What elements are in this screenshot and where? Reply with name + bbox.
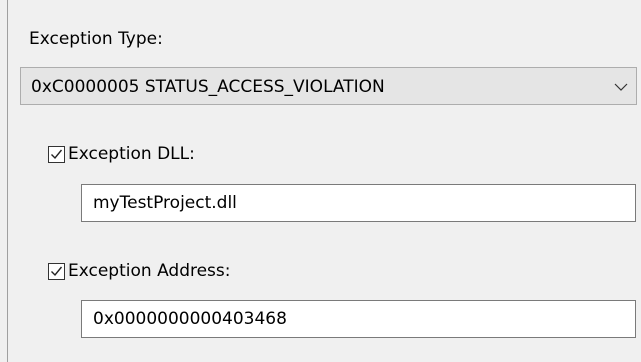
- exception-address-checkbox[interactable]: [48, 263, 65, 280]
- exception-type-dropdown[interactable]: 0xC0000005 STATUS_ACCESS_VIOLATION: [20, 67, 637, 105]
- exception-type-selected-value: 0xC0000005 STATUS_ACCESS_VIOLATION: [31, 77, 385, 97]
- checkmark-icon: [51, 149, 63, 160]
- exception-address-label: Exception Address:: [68, 261, 231, 281]
- panel-left-border: [7, 0, 8, 362]
- chevron-down-icon[interactable]: [614, 79, 628, 93]
- exception-type-label: Exception Type:: [29, 29, 163, 49]
- exception-dll-label: Exception DLL:: [68, 144, 195, 164]
- checkmark-icon: [51, 266, 63, 277]
- exception-address-field[interactable]: 0x0000000000403468: [81, 300, 636, 338]
- exception-address-value: 0x0000000000403468: [93, 309, 287, 329]
- exception-dll-field[interactable]: myTestProject.dll: [81, 184, 636, 222]
- exception-dll-value: myTestProject.dll: [93, 193, 237, 213]
- exception-dll-checkbox[interactable]: [48, 146, 65, 163]
